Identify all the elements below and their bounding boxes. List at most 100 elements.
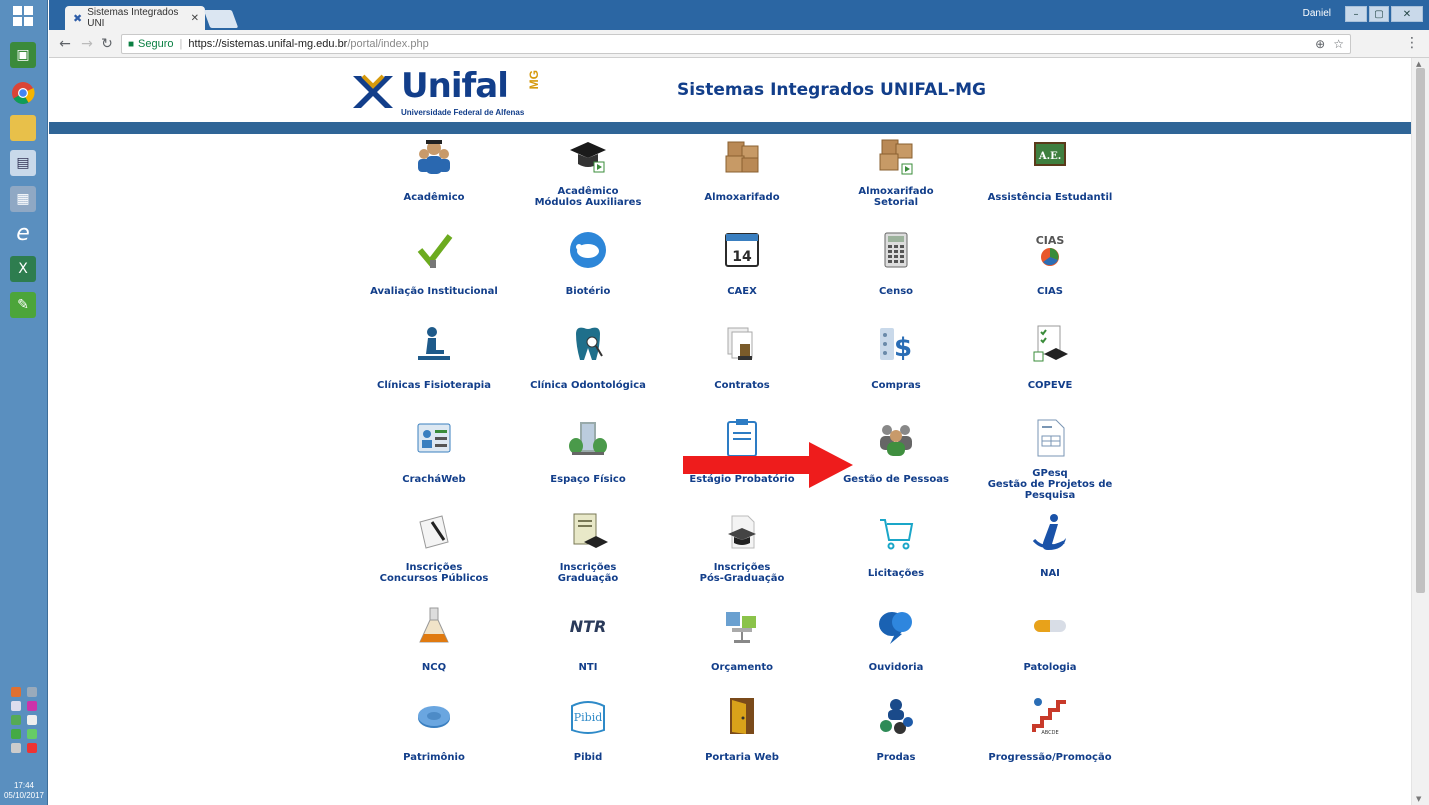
excel-icon[interactable]: X (10, 256, 36, 282)
system-link-coin[interactable]: Patrimônio (357, 696, 511, 792)
tooth-icon (568, 324, 608, 364)
forward-arrow-icon[interactable]: → (77, 34, 97, 54)
store-icon[interactable]: ▣ (10, 42, 36, 68)
system-link-door[interactable]: Portaria Web (665, 696, 819, 792)
system-link-checkmark[interactable]: Avaliação Institucional (357, 230, 511, 326)
scrollbar-thumb[interactable] (1416, 68, 1425, 593)
tray-icon[interactable] (11, 687, 21, 697)
document-table-icon (1030, 418, 1070, 458)
tray-icon[interactable] (27, 729, 37, 739)
reload-icon[interactable]: ↻ (97, 34, 117, 54)
mortarboard-icon (568, 136, 608, 176)
unifal-logo[interactable]: Unifal MG Universidade Federal de Alfena… (349, 66, 549, 122)
system-link-physio[interactable]: Clínicas Fisioterapia (357, 324, 511, 420)
system-link-ae-board[interactable]: A.E. Assistência Estudantil (973, 136, 1127, 232)
boxes-sector-icon (876, 136, 916, 176)
system-link-page-cap[interactable]: Inscrições Pós-Graduação (665, 512, 819, 608)
scroll-down-icon[interactable]: ▼ (1416, 795, 1421, 803)
back-arrow-icon[interactable]: ← (55, 34, 75, 54)
file-explorer-icon[interactable] (10, 115, 36, 141)
system-link-document-table[interactable]: GPesq Gestão de Projetos de Pesquisa (973, 418, 1127, 514)
app-leaf-icon[interactable]: ✎ (10, 292, 36, 318)
volume-icon[interactable] (11, 701, 21, 711)
system-label: Orçamento (710, 662, 774, 673)
system-label: Contratos (714, 380, 770, 391)
tray-icon[interactable] (27, 701, 37, 711)
system-label: CracháWeb (402, 474, 466, 485)
flask-icon (414, 606, 454, 646)
portal-header: Unifal MG Universidade Federal de Alfena… (49, 58, 1411, 124)
system-link-cart[interactable]: Licitações (819, 512, 973, 608)
bookmark-star-icon[interactable]: ☆ (1333, 37, 1344, 51)
address-bar[interactable]: ■ Seguro | https://sistemas.unifal-mg.ed… (121, 34, 1351, 54)
network-icon[interactable] (11, 715, 21, 725)
system-link-calendar[interactable]: 14 CAEX (665, 230, 819, 326)
maximize-button[interactable]: ▢ (1369, 6, 1389, 22)
tray-icon[interactable] (11, 729, 21, 739)
system-link-cias-logo[interactable]: CIAS CIAS (973, 230, 1127, 326)
system-link-calculator[interactable]: Censo (819, 230, 973, 326)
system-link-person-chips[interactable]: Prodas (819, 696, 973, 792)
windows-taskbar: ▣ ▤ ▦ e X ✎ 17:44 05/10/2017 (0, 0, 48, 805)
internet-explorer-icon[interactable]: e (10, 220, 36, 246)
nai-logo-icon (1030, 512, 1070, 552)
tray-icon[interactable] (27, 743, 37, 753)
system-link-dollar-list[interactable]: $ Compras (819, 324, 973, 420)
system-link-speech-bubbles[interactable]: Ouvidoria (819, 606, 973, 702)
close-window-button[interactable]: ✕ (1391, 6, 1423, 22)
system-link-capsule[interactable]: Patologia (973, 606, 1127, 702)
taskbar-clock[interactable]: 17:44 05/10/2017 (0, 781, 48, 801)
system-link-nai-logo[interactable]: NAI (973, 512, 1127, 608)
system-link-rat[interactable]: Biotério (511, 230, 665, 326)
scroll-up-icon[interactable]: ▲ (1416, 60, 1421, 68)
calendar-icon: 14 (722, 230, 762, 270)
tab-close-icon[interactable]: ✕ (191, 13, 199, 24)
system-link-exam[interactable]: COPEVE (973, 324, 1127, 420)
system-label: Prodas (876, 752, 916, 763)
system-link-nti-logo[interactable]: NTR NTI (511, 606, 665, 702)
url-host: https://sistemas.unifal-mg.edu.br (188, 38, 348, 50)
windows-start-icon[interactable] (13, 6, 39, 32)
badge-icon (414, 418, 454, 458)
system-link-building[interactable]: Espaço Físico (511, 418, 665, 514)
system-link-graduates[interactable]: Acadêmico (357, 136, 511, 232)
system-link-boxes-sector[interactable]: Almoxarifado Setorial (819, 136, 973, 232)
tray-icon[interactable] (27, 687, 37, 697)
system-link-pen-paper[interactable]: Inscrições Concursos Públicos (357, 512, 511, 608)
system-link-tooth[interactable]: Clínica Odontológica (511, 324, 665, 420)
system-link-flask[interactable]: NCQ (357, 606, 511, 702)
calculator-app-icon[interactable]: ▦ (10, 186, 36, 212)
boxes-icon (722, 136, 762, 176)
svg-text:14: 14 (732, 249, 752, 265)
chrome-icon[interactable] (10, 80, 36, 106)
system-label: Licitações (867, 568, 925, 579)
system-label: NCQ (421, 662, 447, 673)
svg-text:CIAS: CIAS (1036, 234, 1065, 247)
header-divider-bar (49, 122, 1411, 134)
ae-board-icon: A.E. (1030, 136, 1070, 176)
system-link-budget[interactable]: Orçamento (665, 606, 819, 702)
system-link-badge[interactable]: CracháWeb (357, 418, 511, 514)
document-app-icon[interactable]: ▤ (10, 150, 36, 176)
system-link-stairs[interactable]: ABCDE Progressão/Promoção (973, 696, 1127, 792)
zoom-icon[interactable]: ⊕ (1315, 37, 1325, 51)
new-tab-button[interactable] (203, 10, 239, 28)
profile-name[interactable]: Daniel (1303, 8, 1331, 19)
system-link-mortarboard[interactable]: Acadêmico Módulos Auxiliares (511, 136, 665, 232)
system-link-certificate-cap[interactable]: Inscrições Graduação (511, 512, 665, 608)
page-scrollbar[interactable]: ▲ ▼ (1411, 58, 1429, 805)
person-chips-icon (876, 696, 916, 736)
logo-wordmark: Unifal (401, 66, 509, 106)
browser-toolbar: ← → ↻ ■ Seguro | https://sistemas.unifal… (49, 30, 1429, 58)
tray-icon[interactable] (11, 743, 21, 753)
minimize-button[interactable]: – (1345, 6, 1367, 22)
system-link-boxes[interactable]: Almoxarifado (665, 136, 819, 232)
system-link-contract-stamp[interactable]: Contratos (665, 324, 819, 420)
browser-tab[interactable]: ✖ Sistemas Integrados UNI ✕ (65, 6, 205, 30)
system-link-pibid-logo[interactable]: Pibid Pibid (511, 696, 665, 792)
flag-icon[interactable] (27, 715, 37, 725)
speech-bubbles-icon (876, 606, 916, 646)
system-label: Clínica Odontológica (530, 380, 646, 391)
browser-menu-icon[interactable]: ⋮ (1405, 35, 1419, 51)
budget-icon (722, 606, 762, 646)
